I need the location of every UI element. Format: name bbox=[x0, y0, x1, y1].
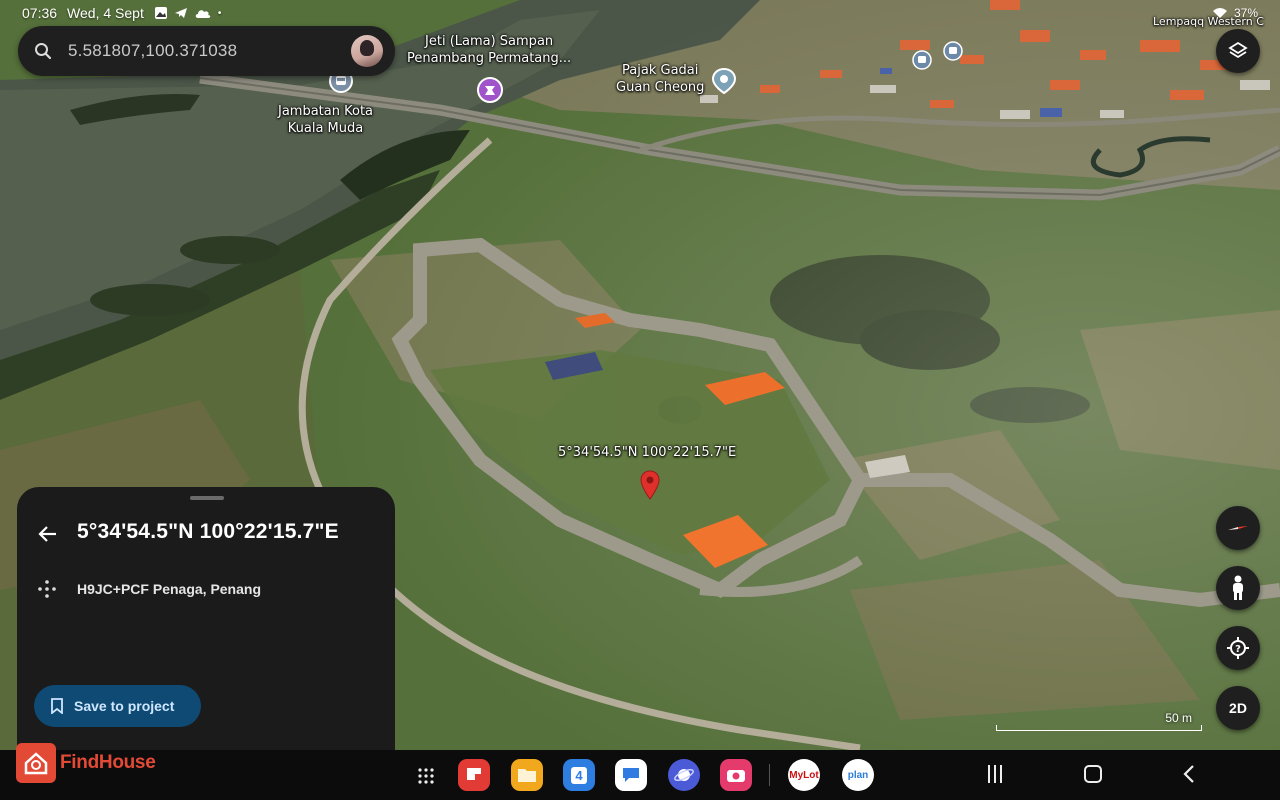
street-view-button[interactable] bbox=[1216, 566, 1260, 610]
dock-separator bbox=[769, 764, 770, 786]
calendar-day: 4 bbox=[571, 766, 587, 784]
plus-code-icon bbox=[38, 580, 56, 598]
home-icon[interactable] bbox=[1083, 763, 1103, 785]
location-target-icon: ? bbox=[1227, 637, 1249, 659]
app-mylot[interactable]: MyLot bbox=[788, 759, 820, 791]
map-scale: 50 m bbox=[996, 711, 1202, 731]
app-grid-icon bbox=[418, 768, 434, 784]
scale-label: 50 m bbox=[1165, 711, 1192, 725]
app-calendar[interactable]: 4 bbox=[563, 759, 595, 791]
dropped-pin-icon[interactable] bbox=[640, 470, 660, 505]
chat-bubble-icon bbox=[623, 768, 639, 782]
bookmark-icon bbox=[51, 698, 63, 714]
app-files[interactable] bbox=[511, 759, 543, 791]
compass-button[interactable] bbox=[1216, 506, 1260, 550]
folder-icon bbox=[518, 769, 536, 782]
findhouse-logo-icon bbox=[16, 743, 56, 783]
account-avatar[interactable] bbox=[351, 35, 383, 67]
back-arrow-icon[interactable] bbox=[37, 523, 59, 545]
battery-text: 37% bbox=[1233, 6, 1258, 20]
save-to-project-button[interactable]: Save to project bbox=[34, 685, 201, 727]
place-sheet: 5°34'54.5"N 100°22'15.7"E H9JC+PCF Penag… bbox=[17, 487, 395, 750]
app-plan[interactable]: plan bbox=[842, 759, 874, 791]
app-messages[interactable] bbox=[615, 759, 647, 791]
findhouse-watermark: FindHouse bbox=[16, 743, 156, 783]
nav-back-icon[interactable] bbox=[1182, 763, 1196, 785]
planet-icon bbox=[674, 768, 694, 782]
transit-icon[interactable] bbox=[912, 50, 932, 75]
app-browser[interactable] bbox=[668, 759, 700, 791]
layers-icon bbox=[1228, 41, 1248, 59]
transit-icon-2[interactable] bbox=[943, 41, 963, 66]
status-date: Wed, 4 Sept bbox=[67, 5, 144, 21]
compass-icon bbox=[1228, 526, 1248, 530]
search-icon[interactable] bbox=[34, 42, 52, 60]
telegram-icon bbox=[174, 8, 187, 18]
jetty-label[interactable]: Jeti (Lama) Sampan Penambang Permatang..… bbox=[407, 33, 571, 67]
app-camera[interactable] bbox=[720, 759, 752, 791]
gallery-icon bbox=[154, 7, 167, 19]
layers-button[interactable] bbox=[1216, 29, 1260, 73]
cloud-icon bbox=[195, 10, 211, 18]
findhouse-brand: FindHouse bbox=[60, 752, 156, 773]
save-to-project-label: Save to project bbox=[74, 698, 175, 714]
view-mode-button[interactable]: 2D bbox=[1216, 686, 1260, 730]
search-input[interactable]: 5.581807,100.371038 bbox=[68, 41, 351, 61]
app-drawer-button[interactable] bbox=[410, 760, 442, 792]
view-mode-label: 2D bbox=[1229, 700, 1247, 716]
my-location-button[interactable]: ? bbox=[1216, 626, 1260, 670]
flipboard-icon bbox=[467, 768, 481, 780]
mylot-label: MyLot bbox=[789, 769, 819, 781]
bridge-label[interactable]: Jambatan Kota Kuala Muda bbox=[278, 103, 373, 137]
pawnshop-label[interactable]: Pajak Gadai Guan Cheong bbox=[616, 62, 704, 96]
search-bar[interactable]: 5.581807,100.371038 bbox=[18, 26, 395, 76]
jetty-pin-icon[interactable] bbox=[476, 76, 504, 109]
more-dot-icon: • bbox=[217, 7, 222, 19]
app-flipboard[interactable] bbox=[458, 759, 490, 791]
scale-bar bbox=[996, 725, 1202, 731]
recents-icon[interactable] bbox=[987, 763, 1003, 785]
wifi-icon bbox=[1212, 8, 1227, 18]
marker-coords-label: 5°34'54.5"N 100°22'15.7"E bbox=[558, 445, 737, 460]
pegman-icon bbox=[1233, 575, 1243, 600]
plus-code-text: H9JC+PCF Penaga, Penang bbox=[77, 581, 262, 597]
svg-text:?: ? bbox=[1235, 644, 1241, 655]
place-title: 5°34'54.5"N 100°22'15.7"E bbox=[77, 520, 339, 543]
status-time: 07:36 bbox=[22, 5, 58, 21]
plan-label: plan bbox=[847, 769, 869, 781]
pawnshop-pin-icon[interactable] bbox=[711, 67, 737, 100]
camera-icon bbox=[727, 770, 745, 782]
status-bar: 07:36 Wed, 4 Sept • 37% bbox=[0, 0, 1280, 26]
drag-handle[interactable] bbox=[190, 496, 224, 500]
